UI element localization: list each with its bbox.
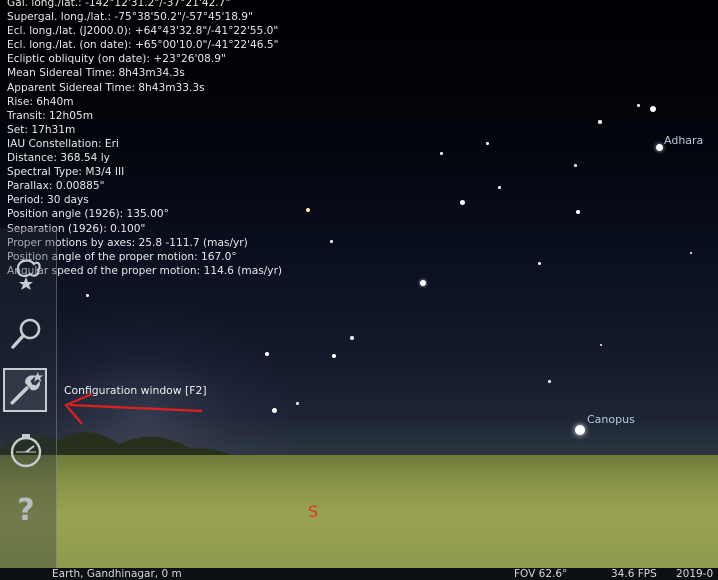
info-line: Apparent Sidereal Time: 8h43m33.3s	[7, 81, 205, 94]
star[interactable]	[576, 210, 580, 214]
svg-text:?: ?	[17, 493, 34, 528]
star[interactable]	[600, 344, 602, 346]
star[interactable]	[538, 262, 541, 265]
ground-field	[0, 455, 718, 568]
star[interactable]	[350, 336, 354, 340]
star[interactable]	[332, 354, 336, 358]
star[interactable]	[486, 142, 489, 145]
star[interactable]	[548, 380, 551, 383]
star[interactable]	[420, 280, 426, 286]
help-button[interactable]: ?	[4, 486, 48, 530]
info-line: Spectral Type: M3/4 III	[7, 166, 125, 179]
cardinal-south-label: S	[308, 502, 319, 521]
star[interactable]	[440, 152, 443, 155]
fov-text: FOV 62.6°	[514, 568, 568, 580]
star[interactable]	[306, 208, 310, 212]
sky-culture-icon	[16, 259, 41, 290]
info-line: Parallax: 0.00885"	[7, 180, 105, 193]
location-text: Earth, Gandhinagar, 0 m	[52, 568, 182, 580]
fps-text: 34.6 FPS	[611, 568, 657, 580]
star[interactable]	[272, 408, 277, 413]
star[interactable]	[296, 402, 299, 405]
info-line: Supergal. long./lat.: -75°38'50.2"/-57°4…	[7, 11, 253, 24]
info-line: Gal. long./lat.: -142°12'31.2"/-37°21'42…	[7, 0, 231, 9]
info-line: Ecl. long./lat. (on date): +65°00'10.0"/…	[7, 39, 279, 52]
star[interactable]	[498, 186, 501, 189]
info-line: Transit: 12h05m	[7, 109, 94, 122]
search-button[interactable]	[4, 312, 48, 356]
configuration-tooltip: Configuration window [F2]	[64, 384, 207, 397]
star-label-adhara: Adhara	[664, 134, 704, 147]
info-line: Ecl. long./lat. (J2000.0): +64°43'32.8"/…	[7, 25, 279, 38]
sky-culture-button[interactable]	[4, 246, 48, 290]
star[interactable]	[460, 200, 465, 205]
configuration-wrench-icon	[10, 371, 44, 405]
info-line: Ecliptic obliquity (on date): +23°26'08.…	[7, 53, 226, 66]
info-line: Position angle (1926): 135.00°	[7, 208, 169, 221]
star[interactable]	[574, 164, 577, 167]
info-line: Rise: 6h40m	[7, 95, 74, 108]
compass-button[interactable]	[4, 428, 48, 472]
star[interactable]	[650, 106, 656, 112]
star[interactable]	[330, 240, 333, 243]
status-bar: Earth, Gandhinagar, 0 m FOV 62.6° 34.6 F…	[0, 568, 718, 580]
star[interactable]	[690, 252, 692, 254]
info-line: IAU Constellation: Eri	[7, 137, 119, 150]
left-toolbar: ?	[0, 228, 57, 568]
star[interactable]	[86, 294, 89, 297]
search-icon	[11, 318, 41, 349]
info-line: Period: 30 days	[7, 194, 89, 207]
star-adhara[interactable]	[656, 144, 663, 151]
info-line: Set: 17h31m	[7, 123, 76, 136]
info-line: Mean Sidereal Time: 8h43m34.3s	[7, 67, 185, 80]
star[interactable]	[265, 352, 269, 356]
star[interactable]	[598, 120, 602, 124]
help-icon: ?	[17, 493, 34, 528]
compass-icon	[10, 434, 42, 468]
date-text: 2019-0	[676, 568, 714, 580]
configuration-window-button[interactable]	[3, 368, 47, 412]
info-line: Distance: 368.54 ly	[7, 152, 110, 165]
star[interactable]	[637, 104, 640, 107]
